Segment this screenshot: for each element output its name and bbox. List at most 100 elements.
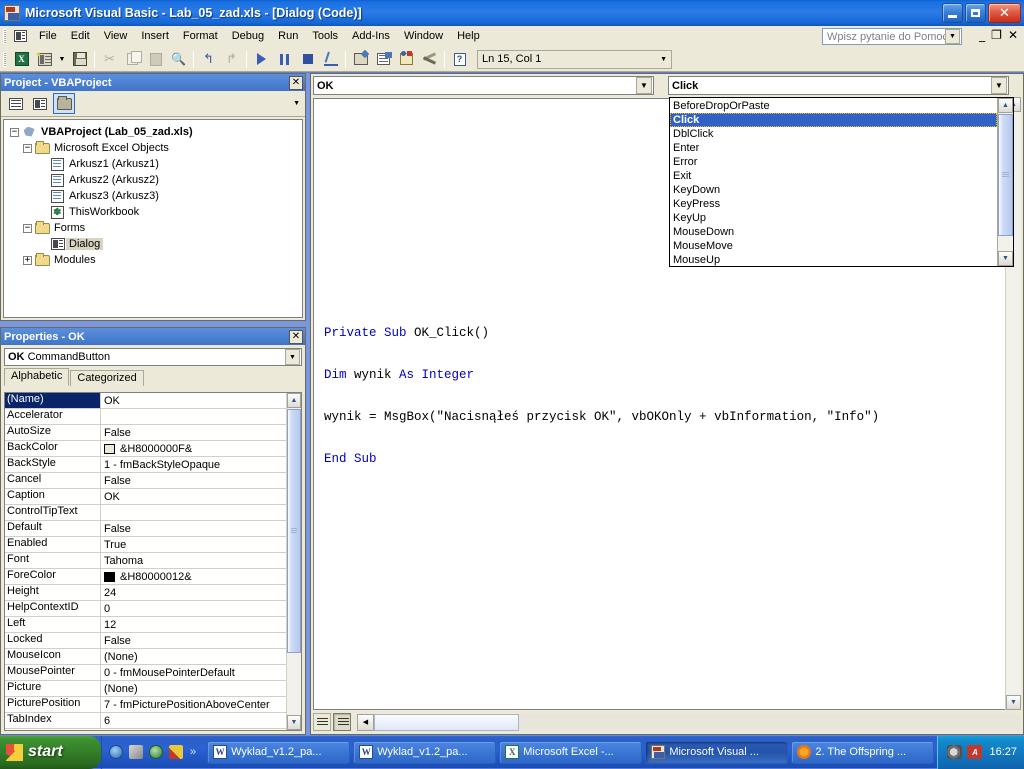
procedure-combo[interactable]: Click ▼ [668,76,1009,95]
property-row[interactable]: Default False [5,521,286,537]
property-row[interactable]: MouseIcon (None) [5,649,286,665]
property-row[interactable]: Caption OK [5,489,286,505]
menu-grip[interactable] [3,29,6,44]
object-combo[interactable]: OK ▼ [313,76,654,95]
view-object-button[interactable] [29,93,51,114]
tree-expander-icon[interactable]: − [21,224,34,233]
copy-icon[interactable] [121,48,144,70]
run-icon[interactable] [250,48,273,70]
taskbar-item[interactable]: 2. The Offspring ... [791,741,934,764]
menu-addins[interactable]: Add-Ins [345,27,397,46]
procedure-list-scrollbar[interactable]: ▲ ▼ [997,98,1013,266]
start-button[interactable]: start [0,736,101,769]
property-row[interactable]: Height 24 [5,585,286,601]
property-value[interactable]: False [101,425,286,440]
undo-icon[interactable]: ↰ [197,48,220,70]
scrollbar-track[interactable] [519,714,1021,731]
property-row[interactable]: ControlTipText [5,505,286,521]
property-row[interactable]: Picture (None) [5,681,286,697]
mdi-control-icon[interactable] [10,27,30,45]
procedure-view-button[interactable] [313,713,331,731]
scroll-up-icon[interactable]: ▲ [287,393,301,408]
property-row[interactable]: AutoSize False [5,425,286,441]
ati-icon[interactable]: A [967,745,982,759]
scrollbar-thumb[interactable] [374,714,519,731]
view-excel-icon[interactable]: X [10,48,33,70]
tab-alphabetic[interactable]: Alphabetic [4,368,69,386]
paste-icon[interactable] [144,48,167,70]
property-value[interactable]: False [101,521,286,536]
menu-view[interactable]: View [97,27,135,46]
redo-icon[interactable]: ↱ [220,48,243,70]
property-value[interactable]: False [101,473,286,488]
minimize-button[interactable] [942,3,963,23]
menu-file[interactable]: File [32,27,64,46]
taskbar-item[interactable]: X Microsoft Excel -... [499,741,642,764]
tree-expander-icon[interactable]: − [8,128,21,137]
chevron-down-icon[interactable]: ▼ [660,56,667,63]
project-tree[interactable]: − VBAProject (Lab_05_zad.xls) − Microsof… [3,119,303,318]
property-row[interactable]: ForeColor &H80000012& [5,569,286,585]
property-value[interactable]: (None) [101,649,286,664]
menu-format[interactable]: Format [176,27,225,46]
internet-explorer-icon[interactable] [109,745,123,759]
property-value[interactable]: 0 [101,601,286,616]
property-row[interactable]: Left 12 [5,617,286,633]
tab-categorized[interactable]: Categorized [70,370,143,386]
code-text[interactable]: Private Sub OK_Click() Dim wynik As Inte… [324,323,879,470]
tree-node-excel-objects[interactable]: − Microsoft Excel Objects [6,140,302,156]
property-value[interactable] [101,505,286,520]
properties-object-selector[interactable]: OK CommandButton ▼ [4,348,302,366]
property-row[interactable]: PicturePosition 7 - fmPicturePositionAbo… [5,697,286,713]
property-value[interactable]: (None) [101,681,286,696]
property-row[interactable]: BackColor &H8000000F& [5,441,286,457]
tree-expander-icon[interactable]: − [21,144,34,153]
tree-node-arkusz2[interactable]: Arkusz2 (Arkusz2) [6,172,302,188]
tree-node-vbaproject[interactable]: − VBAProject (Lab_05_zad.xls) [6,124,302,140]
property-row[interactable]: MousePointer 0 - fmMousePointerDefault [5,665,286,681]
scroll-down-icon[interactable]: ▼ [287,715,301,730]
scroll-down-icon[interactable]: ▼ [998,251,1013,266]
scrollbar-thumb[interactable] [287,409,301,653]
paint-icon[interactable] [169,745,183,759]
property-row[interactable]: Accelerator [5,409,286,425]
break-icon[interactable] [273,48,296,70]
property-value[interactable]: 12 [101,617,286,632]
property-row[interactable]: Font Tahoma [5,553,286,569]
property-value[interactable]: 7 - fmPicturePositionAboveCenter [101,697,286,712]
properties-grid[interactable]: (Name) OK Accelerator AutoSize False Bac… [4,392,302,731]
chevron-down-icon[interactable]: ▼ [945,29,960,44]
quick-launch-more-icon[interactable]: » [190,746,196,758]
procedure-list-item[interactable]: Exit [670,169,997,183]
design-mode-icon[interactable] [319,48,342,70]
mdi-minimize-button[interactable]: _ [979,29,985,41]
toolbox-icon[interactable] [418,48,441,70]
taskbar-item-active[interactable]: Microsoft Visual ... [645,741,788,764]
property-value[interactable]: Tahoma [101,553,286,568]
procedure-list-item[interactable]: DblClick [670,127,997,141]
tree-expander-icon[interactable]: + [21,256,34,265]
scroll-left-icon[interactable]: ◀ [357,714,374,731]
full-module-view-button[interactable] [333,713,351,731]
procedure-list-item[interactable]: MouseDown [670,225,997,239]
procedure-dropdown-list[interactable]: BeforeDropOrPaste Click DblClick Enter E… [669,97,1014,267]
volume-icon[interactable] [947,745,962,759]
property-value[interactable]: &H8000000F& [101,441,286,456]
menu-help[interactable]: Help [450,27,487,46]
taskbar-item[interactable]: W Wyklad_v1.2_pa... [207,741,350,764]
menu-debug[interactable]: Debug [225,27,271,46]
procedure-list-item-selected[interactable]: Click [670,113,997,127]
insert-dropdown-icon[interactable]: ▼ [56,48,68,70]
cut-icon[interactable]: ✂ [98,48,121,70]
procedure-list-item[interactable]: MouseUp [670,253,997,266]
menu-insert[interactable]: Insert [134,27,176,46]
procedure-list-item[interactable]: KeyPress [670,197,997,211]
property-row[interactable]: TabIndex 6 [5,713,286,729]
property-value[interactable]: 24 [101,585,286,600]
find-icon[interactable]: 🔍 [167,48,190,70]
chevron-down-icon[interactable]: ▼ [285,349,300,365]
property-row[interactable]: Locked False [5,633,286,649]
tree-node-thisworkbook[interactable]: ✽ ThisWorkbook [6,204,302,220]
chevron-down-icon[interactable]: ▼ [636,77,652,94]
property-row[interactable]: Enabled True [5,537,286,553]
